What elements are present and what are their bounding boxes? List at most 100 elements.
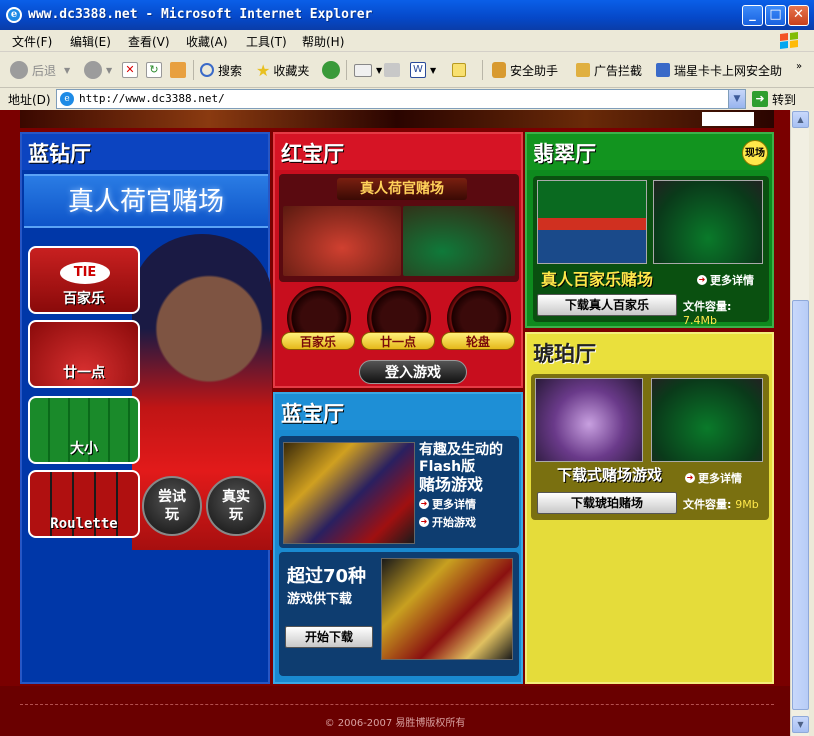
arrow-bullet-icon: ➜ xyxy=(419,517,429,527)
flash-line-1: 有趣及生动的 xyxy=(419,442,503,458)
favorites-label: 收藏夹 xyxy=(273,63,310,78)
toolbar-overflow-chevron-icon[interactable]: » xyxy=(796,54,802,78)
print-icon xyxy=(384,63,400,77)
live-badge: 现场 xyxy=(742,140,768,166)
roulette-table-image xyxy=(283,206,401,276)
sicbo-card[interactable]: 大小 xyxy=(28,396,140,464)
toolbar-separator xyxy=(346,60,347,80)
blackjack-card[interactable]: 廿一点 xyxy=(28,320,140,388)
shield-icon xyxy=(492,62,506,78)
flash-start-link[interactable]: ➜ 开始游戏 xyxy=(419,514,503,530)
baccarat-screenshot-1[interactable] xyxy=(537,180,647,264)
address-field[interactable]: e http://www.dc3388.net/ ▼ xyxy=(56,89,746,109)
mail-button[interactable]: ▼ xyxy=(354,58,382,82)
history-icon xyxy=(322,61,340,79)
flash-games-image[interactable] xyxy=(283,442,415,544)
close-button[interactable]: ✕ xyxy=(788,5,809,26)
footer-divider xyxy=(20,704,774,705)
menu-view[interactable]: 查看(V) xyxy=(128,33,170,50)
arrow-bullet-icon: ➜ xyxy=(419,499,429,509)
emerald-more-link[interactable]: ➜ 更多详情 xyxy=(697,272,754,288)
menu-file[interactable]: 文件(F) xyxy=(12,33,52,50)
menu-favorites[interactable]: 收藏(A) xyxy=(186,33,228,50)
scroll-thumb[interactable] xyxy=(792,300,809,710)
flash-more-link[interactable]: ➜ 更多详情 xyxy=(419,496,503,512)
menu-edit[interactable]: 编辑(E) xyxy=(70,33,111,50)
tie-badge: TIE xyxy=(60,262,110,284)
login-game-button[interactable]: 登入游戏 xyxy=(359,360,467,384)
refresh-icon: ↻ xyxy=(146,62,162,78)
live-dealer-banner[interactable]: 真人荷官赌场 xyxy=(24,174,268,228)
toolbar: 后退 ▼ ▼ ✕ ↻ 搜索 ★ 收藏夹 ▼ W ▼ 安全助手 广告拦截 瑞星卡卡… xyxy=(0,52,814,88)
try-play-button[interactable]: 尝试 玩 xyxy=(142,476,202,536)
real-play-button[interactable]: 真实 玩 xyxy=(206,476,266,536)
rising-icon xyxy=(656,63,670,77)
search-button[interactable]: 搜索 xyxy=(200,58,242,82)
menu-bar: 文件(F) 编辑(E) 查看(V) 收藏(A) 工具(T) 帮助(H) xyxy=(0,30,814,52)
edit-button[interactable]: W ▼ xyxy=(410,58,436,82)
go-button[interactable]: ➜ 转到 xyxy=(752,89,812,109)
home-button[interactable] xyxy=(170,58,190,82)
red-hall-title: 红宝厅 xyxy=(275,134,521,170)
blackjack-chip-label[interactable]: 廿一点 xyxy=(361,332,435,350)
baccarat-card[interactable]: TIE 百家乐 xyxy=(28,246,140,314)
scroll-down-icon[interactable]: ▼ xyxy=(792,716,809,733)
blackjack-label: 廿一点 xyxy=(63,365,105,381)
blue-hall-title: 蓝钻厅 xyxy=(22,134,268,170)
baccarat-label: 百家乐 xyxy=(63,291,105,307)
amber-screenshot-2[interactable] xyxy=(651,378,763,462)
download-games-headline: 超过70种 xyxy=(287,566,367,587)
menu-help[interactable]: 帮助(H) xyxy=(302,33,344,50)
toolbar-separator xyxy=(482,60,483,80)
emerald-hall-title: 翡翠厅 xyxy=(527,134,772,170)
security-assistant-button[interactable]: 安全助手 xyxy=(492,58,558,82)
flash-games-box: 有趣及生动的 Flash版 赌场游戏 ➜ 更多详情 ➜ 开始游戏 xyxy=(279,436,519,548)
amber-hall-title: 琥珀厅 xyxy=(527,334,772,370)
download-games-image[interactable] xyxy=(381,558,513,660)
roulette-chip-label[interactable]: 轮盘 xyxy=(441,332,515,350)
baccarat-chip-label[interactable]: 百家乐 xyxy=(281,332,355,350)
messenger-button[interactable] xyxy=(452,58,470,82)
arrow-bullet-icon: ➜ xyxy=(685,473,695,483)
refresh-button[interactable]: ↻ xyxy=(146,58,166,82)
word-icon: W xyxy=(410,62,426,78)
sapphire-hall-title: 蓝宝厅 xyxy=(275,394,521,430)
roulette-card[interactable]: Roulette xyxy=(28,470,140,538)
history-button[interactable] xyxy=(322,58,344,82)
page-ie-icon: e xyxy=(60,92,74,106)
arrow-bullet-icon: ➜ xyxy=(697,275,707,285)
download-baccarat-button[interactable]: 下载真人百家乐 xyxy=(537,294,677,316)
stop-button[interactable]: ✕ xyxy=(122,58,142,82)
forward-button[interactable]: ▼ xyxy=(84,58,112,82)
ad-block-button[interactable]: 广告拦截 xyxy=(576,58,642,82)
print-button[interactable] xyxy=(384,58,404,82)
download-amber-button[interactable]: 下载琥珀赌场 xyxy=(537,492,677,514)
windows-logo-icon xyxy=(780,32,798,49)
start-download-button[interactable]: 开始下载 xyxy=(285,626,373,648)
scroll-up-icon[interactable]: ▲ xyxy=(792,111,809,128)
address-dropdown-icon[interactable]: ▼ xyxy=(728,90,745,108)
vertical-scrollbar[interactable]: ▲ ▼ xyxy=(790,110,809,736)
emerald-file-size: 文件容量: 7.4Mb xyxy=(683,300,732,327)
menu-tools[interactable]: 工具(T) xyxy=(246,33,287,50)
ad-block-icon xyxy=(576,63,590,77)
home-icon xyxy=(170,62,186,78)
baccarat-screenshot-2[interactable] xyxy=(653,180,763,264)
top-logo xyxy=(702,112,754,126)
amber-file-size: 文件容量: 9Mb xyxy=(683,498,759,511)
minimize-button[interactable]: _ xyxy=(742,5,763,26)
amber-screenshot-1[interactable] xyxy=(535,378,643,462)
maximize-button[interactable]: □ xyxy=(765,5,786,26)
back-button[interactable]: 后退 ▼ xyxy=(10,58,70,82)
rising-button[interactable]: 瑞星卡卡上网安全助 xyxy=(656,58,782,82)
amber-hall: 琥珀厅 下载式赌场游戏 ➜ 更多详情 下载琥珀赌场 文件容量: 9Mb xyxy=(525,332,774,684)
search-icon xyxy=(200,63,214,77)
address-bar: 地址(D) e http://www.dc3388.net/ ▼ ➜ 转到 xyxy=(0,88,814,110)
amber-more-link[interactable]: ➜ 更多详情 xyxy=(685,470,742,486)
dealer-table-image xyxy=(403,206,515,276)
favorites-button[interactable]: ★ 收藏夹 xyxy=(256,58,309,82)
download-casino-title: 下载式赌场游戏 xyxy=(557,466,663,484)
top-banner-strip xyxy=(20,110,774,128)
blue-diamond-hall: 蓝钻厅 真人荷官赌场 TIE 百家乐 廿一点 大小 Roulette 尝试 玩 … xyxy=(20,132,272,684)
sapphire-hall: 蓝宝厅 有趣及生动的 Flash版 赌场游戏 ➜ 更多详情 ➜ 开始游戏 超过70种… xyxy=(273,392,523,684)
